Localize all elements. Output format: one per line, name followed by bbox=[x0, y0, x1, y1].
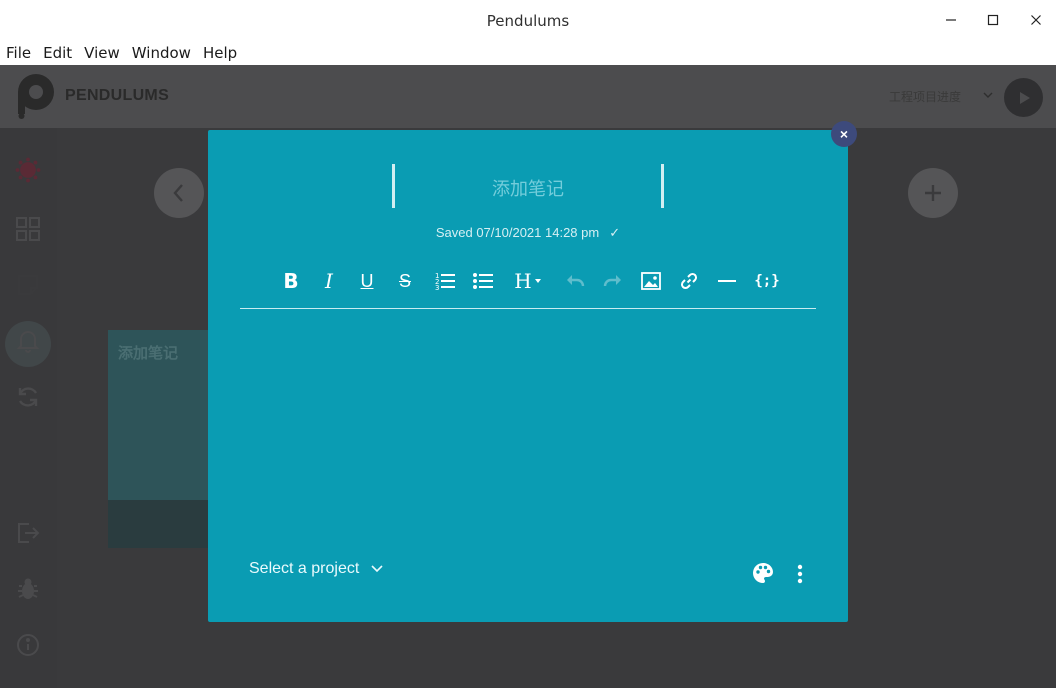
title-right-bar bbox=[661, 164, 664, 208]
menu-view[interactable]: View bbox=[84, 44, 120, 62]
prev-button[interactable] bbox=[154, 168, 204, 218]
grid-icon bbox=[16, 217, 40, 241]
logout-icon bbox=[18, 523, 40, 543]
redo-icon bbox=[603, 275, 621, 287]
window-titlebar: Pendulums bbox=[0, 0, 1056, 40]
project-select[interactable]: Select a project bbox=[249, 560, 383, 578]
sync-icon bbox=[18, 387, 38, 407]
heading-icon: H bbox=[514, 269, 532, 293]
underline-icon: U bbox=[360, 271, 374, 291]
minimize-icon bbox=[946, 19, 956, 21]
activity-icon bbox=[15, 157, 41, 183]
more-options-icon[interactable] bbox=[794, 563, 806, 585]
bug-icon bbox=[18, 578, 38, 599]
menu-bar: File Edit View Window Help bbox=[0, 40, 1056, 65]
menu-file[interactable]: File bbox=[6, 44, 31, 62]
note-title-input[interactable] bbox=[398, 174, 658, 202]
sidebar-item-sync[interactable] bbox=[14, 383, 42, 411]
ordered-list-icon: 1 2 3 bbox=[435, 272, 455, 292]
project-select-label: Select a project bbox=[249, 560, 360, 577]
ordered-list-button[interactable]: 1 2 3 bbox=[432, 268, 458, 294]
horizontal-rule-icon bbox=[718, 280, 736, 282]
menu-edit[interactable]: Edit bbox=[43, 44, 72, 62]
note-icon bbox=[18, 275, 38, 295]
app-header: PENDULUMS 工程项目进度 bbox=[0, 65, 1056, 128]
insert-link-button[interactable] bbox=[676, 268, 702, 294]
saved-status: Saved 07/10/2021 14:28 pm ✓ bbox=[208, 225, 848, 241]
maximize-icon bbox=[987, 14, 999, 26]
saved-check-icon: ✓ bbox=[609, 225, 621, 240]
italic-icon: I bbox=[325, 269, 333, 293]
pendulums-logo-icon bbox=[18, 74, 54, 119]
undo-button[interactable] bbox=[562, 268, 588, 294]
title-left-bar bbox=[392, 164, 395, 208]
chevron-left-icon bbox=[173, 184, 183, 202]
sidebar-item-logout[interactable] bbox=[14, 519, 42, 547]
close-window-button[interactable] bbox=[1026, 10, 1046, 30]
code-block-button[interactable]: {;} bbox=[754, 268, 780, 294]
heading-button[interactable]: H bbox=[512, 268, 544, 294]
add-note-button[interactable] bbox=[908, 168, 958, 218]
chevron-down-icon bbox=[371, 565, 383, 573]
note-editor-modal bbox=[208, 130, 848, 622]
underline-button[interactable]: U bbox=[354, 268, 380, 294]
play-icon bbox=[1019, 91, 1030, 104]
sidebar-item-report-bug[interactable] bbox=[14, 575, 42, 603]
bold-icon: B bbox=[283, 269, 299, 293]
note-card-title: 添加笔记 bbox=[118, 344, 179, 362]
image-icon bbox=[641, 272, 661, 290]
link-icon bbox=[680, 272, 698, 290]
play-button[interactable] bbox=[1004, 78, 1043, 117]
close-modal-button[interactable]: × bbox=[831, 121, 857, 147]
sidebar bbox=[0, 128, 57, 688]
redo-button[interactable] bbox=[600, 268, 626, 294]
brand-name: PENDULUMS bbox=[65, 87, 170, 104]
bold-button[interactable]: B bbox=[278, 268, 304, 294]
strikethrough-icon: S bbox=[398, 271, 411, 291]
close-icon bbox=[1031, 15, 1041, 25]
header-project-select[interactable]: 工程项目进度 bbox=[889, 88, 961, 105]
toolbar-divider bbox=[240, 308, 816, 309]
strikethrough-button[interactable]: S bbox=[392, 268, 418, 294]
bullet-list-icon bbox=[473, 273, 493, 289]
sidebar-item-notes[interactable] bbox=[14, 271, 42, 299]
plus-icon bbox=[925, 185, 941, 201]
palette-icon[interactable] bbox=[752, 562, 774, 584]
sidebar-item-dashboard[interactable] bbox=[14, 215, 42, 243]
saved-text: Saved 07/10/2021 14:28 pm bbox=[435, 225, 600, 240]
maximize-button[interactable] bbox=[983, 10, 1003, 30]
chevron-down-icon bbox=[983, 92, 993, 98]
horizontal-rule-button[interactable] bbox=[714, 268, 740, 294]
minimize-button[interactable] bbox=[941, 10, 961, 30]
sidebar-item-about[interactable] bbox=[14, 631, 42, 659]
menu-window[interactable]: Window bbox=[132, 44, 191, 62]
sidebar-item-activity[interactable] bbox=[14, 156, 42, 184]
italic-button[interactable]: I bbox=[316, 268, 342, 294]
code-icon: {;} bbox=[754, 273, 780, 289]
undo-icon bbox=[567, 275, 585, 287]
menu-help[interactable]: Help bbox=[203, 44, 237, 62]
window-title: Pendulums bbox=[486, 12, 570, 30]
caret-down-icon bbox=[534, 279, 541, 283]
note-card[interactable]: 添加笔记 bbox=[108, 330, 208, 548]
bullet-list-button[interactable] bbox=[470, 268, 496, 294]
insert-image-button[interactable] bbox=[638, 268, 664, 294]
bell-icon bbox=[16, 331, 40, 353]
sidebar-item-reminders[interactable] bbox=[14, 327, 42, 355]
info-icon bbox=[17, 634, 39, 656]
svg-text:3: 3 bbox=[435, 284, 439, 292]
